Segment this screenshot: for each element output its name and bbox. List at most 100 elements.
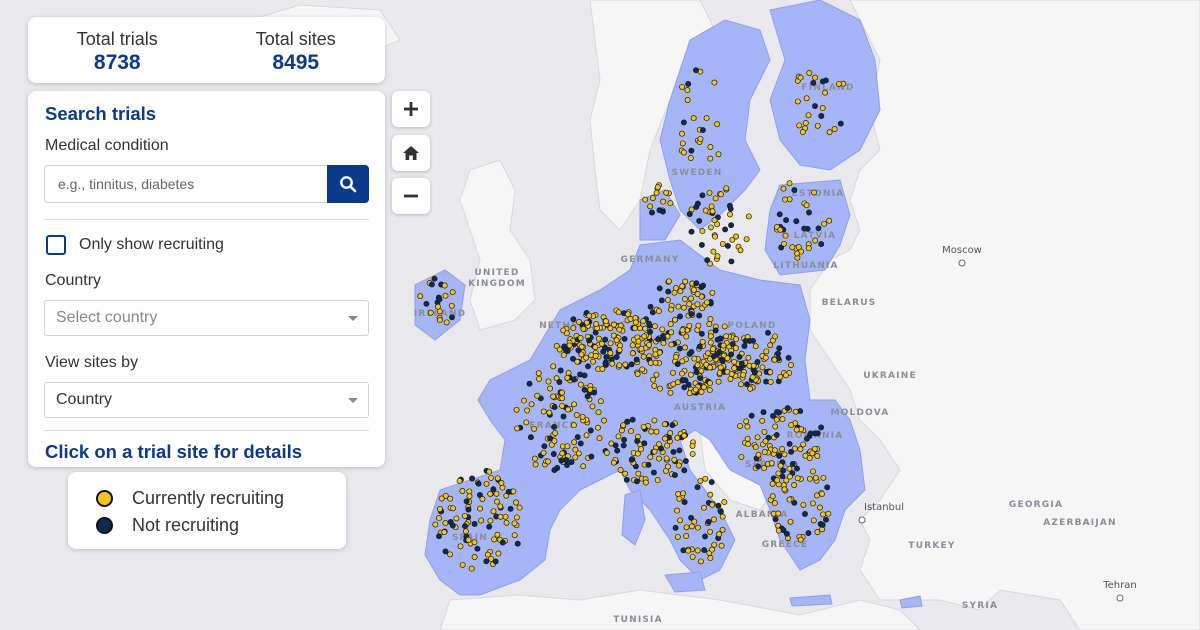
trial-site-dot[interactable] xyxy=(822,89,828,96)
trial-site-dot[interactable] xyxy=(793,426,800,433)
trial-site-dot[interactable] xyxy=(818,241,825,248)
trial-site-dot[interactable] xyxy=(655,336,661,343)
trial-site-dot[interactable] xyxy=(681,296,688,302)
trial-site-dot[interactable] xyxy=(629,416,636,423)
trial-site-dot[interactable] xyxy=(611,321,617,328)
trial-site-dot[interactable] xyxy=(688,348,695,355)
trial-site-dot[interactable] xyxy=(785,354,792,361)
trial-site-dot[interactable] xyxy=(449,289,456,296)
trial-site-dot[interactable] xyxy=(658,297,665,304)
trial-site-dot[interactable] xyxy=(562,346,569,353)
trial-site-dot[interactable] xyxy=(556,346,563,353)
trial-site-dot[interactable] xyxy=(634,438,641,444)
trial-site-dot[interactable] xyxy=(609,360,616,367)
trial-site-dot[interactable] xyxy=(803,95,810,102)
trial-site-dot[interactable] xyxy=(708,479,715,486)
trial-site-dot[interactable] xyxy=(493,498,500,505)
trial-site-dot[interactable] xyxy=(793,218,800,225)
trial-site-dot[interactable] xyxy=(707,224,714,231)
trial-site-dot[interactable] xyxy=(657,385,663,392)
trial-site-dot[interactable] xyxy=(603,353,610,360)
trial-site-dot[interactable] xyxy=(625,311,631,318)
trial-site-dot[interactable] xyxy=(559,402,566,409)
trial-site-dot[interactable] xyxy=(788,422,795,429)
trial-site-dot[interactable] xyxy=(475,480,482,487)
trial-site-dot[interactable] xyxy=(788,448,795,455)
trial-site-dot[interactable] xyxy=(819,490,825,497)
trial-site-dot[interactable] xyxy=(552,430,559,436)
trial-site-dot[interactable] xyxy=(687,155,694,161)
trial-site-dot[interactable] xyxy=(755,463,762,470)
trial-site-dot[interactable] xyxy=(680,119,687,126)
trial-site-dot[interactable] xyxy=(577,371,584,378)
trial-site-dot[interactable] xyxy=(744,423,751,430)
trial-site-dot[interactable] xyxy=(701,547,708,554)
trial-site-dot[interactable] xyxy=(777,226,784,233)
trial-site-dot[interactable] xyxy=(462,528,469,535)
trial-site-dot[interactable] xyxy=(681,384,688,391)
trial-site-dot[interactable] xyxy=(780,185,787,192)
trial-site-dot[interactable] xyxy=(782,232,789,239)
trial-site-dot[interactable] xyxy=(531,455,538,462)
trial-site-dot[interactable] xyxy=(680,490,687,497)
trial-site-dot[interactable] xyxy=(767,342,774,349)
trial-site-dot[interactable] xyxy=(672,524,679,531)
trial-site-dot[interactable] xyxy=(534,392,541,399)
trial-site-dot[interactable] xyxy=(443,319,450,326)
trial-site-dot[interactable] xyxy=(710,248,717,255)
trial-site-dot[interactable] xyxy=(563,330,570,337)
trial-site-dot[interactable] xyxy=(697,558,704,565)
trial-site-dot[interactable] xyxy=(677,517,684,524)
trial-site-dot[interactable] xyxy=(535,370,542,377)
trial-site-dot[interactable] xyxy=(696,343,703,350)
trial-site-dot[interactable] xyxy=(651,382,658,389)
home-button[interactable] xyxy=(392,135,430,171)
trial-site-dot[interactable] xyxy=(812,74,819,81)
trial-site-dot[interactable] xyxy=(690,286,697,293)
trial-site-dot[interactable] xyxy=(722,226,729,233)
trial-site-dot[interactable] xyxy=(701,504,707,511)
trial-site-dot[interactable] xyxy=(560,413,567,420)
trial-site-dot[interactable] xyxy=(760,409,767,416)
trial-site-dot[interactable] xyxy=(807,430,814,437)
trial-site-dot[interactable] xyxy=(616,362,623,369)
country-select[interactable]: Select country xyxy=(44,300,369,336)
trial-site-dot[interactable] xyxy=(820,511,827,518)
trial-site-dot[interactable] xyxy=(513,514,520,521)
trial-site-dot[interactable] xyxy=(800,441,807,448)
trial-site-dot[interactable] xyxy=(718,356,725,363)
trial-site-dot[interactable] xyxy=(607,350,614,356)
trial-site-dot[interactable] xyxy=(471,539,478,546)
trial-site-dot[interactable] xyxy=(795,244,802,251)
trial-site-dot[interactable] xyxy=(707,491,714,498)
trial-site-dot[interactable] xyxy=(499,539,506,546)
trial-site-dot[interactable] xyxy=(631,325,638,332)
trial-site-dot[interactable] xyxy=(602,360,609,367)
trial-site-dot[interactable] xyxy=(824,484,831,491)
trial-site-dot[interactable] xyxy=(815,225,822,232)
trial-site-dot[interactable] xyxy=(728,222,735,229)
trial-site-dot[interactable] xyxy=(763,348,770,355)
trial-site-dot[interactable] xyxy=(695,322,702,329)
trial-site-dot[interactable] xyxy=(665,278,672,285)
view-by-select[interactable]: Country xyxy=(44,382,369,418)
trial-site-dot[interactable] xyxy=(742,337,749,344)
trial-site-dot[interactable] xyxy=(708,203,715,210)
trial-site-dot[interactable] xyxy=(679,130,685,137)
trial-site-dot[interactable] xyxy=(541,443,548,450)
trial-site-dot[interactable] xyxy=(603,318,609,325)
trial-site-dot[interactable] xyxy=(442,520,449,527)
trial-site-dot[interactable] xyxy=(794,475,801,482)
trial-site-dot[interactable] xyxy=(664,442,671,449)
trial-site-dot[interactable] xyxy=(775,510,782,517)
trial-site-dot[interactable] xyxy=(720,342,727,349)
trial-site-dot[interactable] xyxy=(709,501,716,508)
trial-site-dot[interactable] xyxy=(819,78,826,85)
trial-site-dot[interactable] xyxy=(814,122,821,129)
trial-site-dot[interactable] xyxy=(689,450,696,457)
trial-site-dot[interactable] xyxy=(744,435,751,442)
trial-site-dot[interactable] xyxy=(591,389,598,396)
trial-site-dot[interactable] xyxy=(647,303,654,310)
trial-site-dot[interactable] xyxy=(573,412,580,418)
trial-site-dot[interactable] xyxy=(710,516,717,523)
